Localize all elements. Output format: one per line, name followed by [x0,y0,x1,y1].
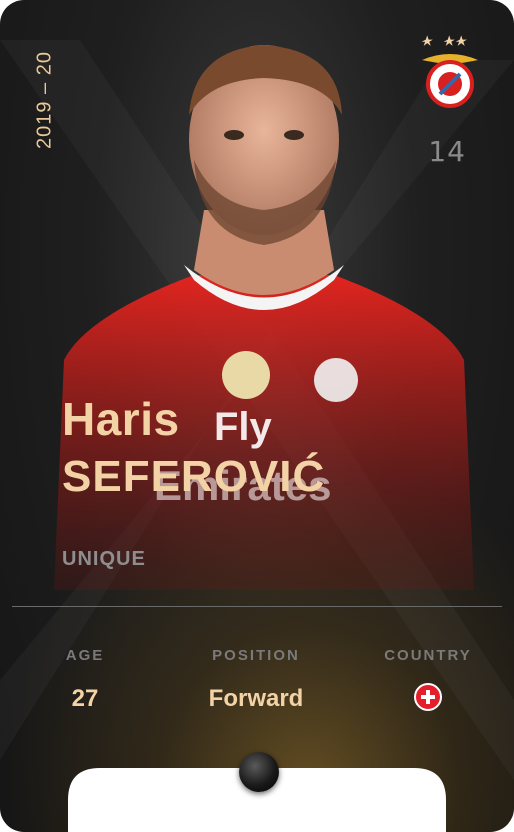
card-notch [68,768,446,832]
ball-icon [239,752,279,792]
